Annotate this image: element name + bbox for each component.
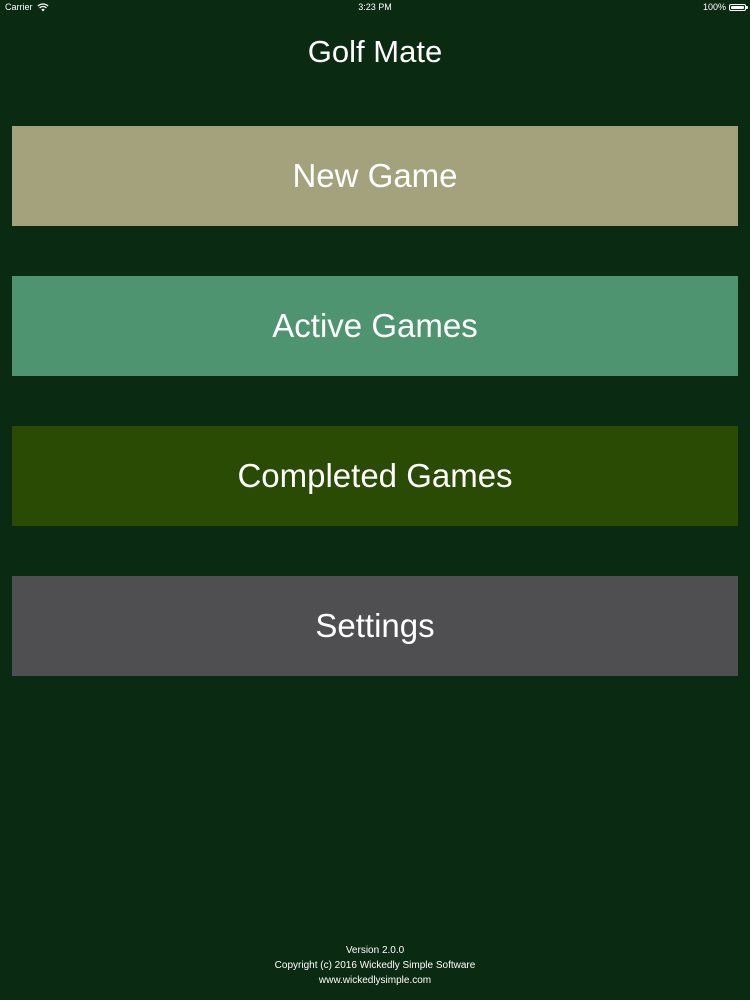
app-title: Golf Mate [307, 34, 443, 69]
active-games-button[interactable]: Active Games [12, 276, 738, 376]
status-right: 100% [702, 2, 748, 12]
status-time: 3:23 PM [358, 2, 392, 12]
settings-label: Settings [315, 607, 435, 644]
battery-percent: 100% [702, 2, 726, 12]
new-game-label: New Game [292, 157, 458, 194]
copyright-text: Copyright (c) 2016 Wickedly Simple Softw… [274, 960, 476, 971]
website-link[interactable]: www.wickedlysimple.com [0, 973, 750, 988]
settings-button[interactable]: Settings [12, 576, 738, 676]
active-games-label: Active Games [272, 307, 478, 344]
completed-games-button[interactable]: Completed Games [12, 426, 738, 526]
new-game-button[interactable]: New Game [12, 126, 738, 226]
version-text: Version 2.0.0 [345, 945, 405, 956]
footer: Version 2.0.0 Copyright (c) 2016 Wickedl… [0, 943, 750, 988]
completed-games-label: Completed Games [237, 457, 513, 494]
main-screen: Carrier 3:23 PM 100% Golf Mate New Game … [0, 0, 750, 1000]
battery-fill [731, 5, 744, 9]
status-bar: Carrier 3:23 PM 100% [0, 0, 750, 16]
battery-icon [729, 3, 748, 11]
